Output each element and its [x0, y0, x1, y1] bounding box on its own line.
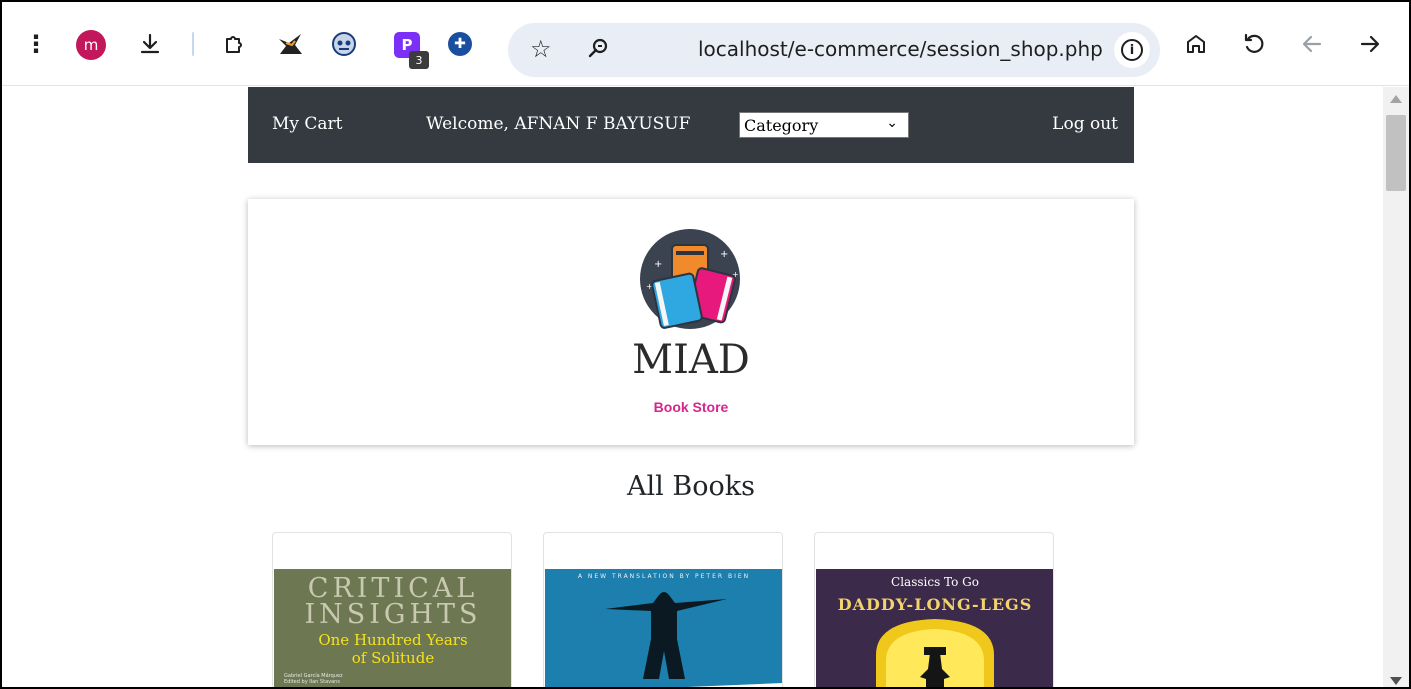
extension-badge: 3: [409, 51, 429, 69]
cover-text: of Solitude: [351, 649, 435, 667]
book-cover-image[interactable]: CRITICAL INSIGHTS One Hundred Years of S…: [274, 569, 511, 687]
brand-card: + + + + MIAD Book Store: [248, 199, 1134, 445]
scroll-down-arrow-icon[interactable]: [1390, 677, 1402, 685]
profile-avatar[interactable]: m: [76, 30, 106, 60]
book-store-logo-icon: + + + +: [640, 229, 740, 329]
section-title: All Books: [627, 471, 755, 502]
toolbar-divider: [192, 32, 194, 56]
book-card[interactable]: Classics To Go DADDY-LONG-LEGS: [814, 532, 1054, 687]
book-cover-image[interactable]: A NEW TRANSLATION BY PETER BIEN: [545, 569, 782, 687]
url-text[interactable]: localhost/e-commerce/session_shop.php: [698, 37, 1103, 61]
brand-name: MIAD: [632, 337, 750, 383]
extension-robot-icon[interactable]: [328, 28, 360, 60]
bookmark-star-icon[interactable]: ☆: [530, 35, 552, 63]
menu-icon[interactable]: ⋮: [20, 28, 52, 60]
cover-text: DADDY-LONG-LEGS: [837, 595, 1033, 614]
my-cart-link[interactable]: My Cart: [272, 114, 343, 134]
site-navbar: My Cart Welcome, AFNAN F BAYUSUF Categor…: [248, 87, 1134, 163]
category-select[interactable]: Category ⌄: [739, 112, 909, 138]
category-selected-value: Category: [744, 116, 819, 135]
extension-bird-icon[interactable]: [274, 28, 306, 60]
extensions-icon[interactable]: [218, 28, 250, 60]
address-bar[interactable]: ☆ localhost/e-commerce/session_shop.php …: [508, 23, 1160, 77]
vertical-scrollbar[interactable]: [1383, 87, 1409, 687]
scroll-up-arrow-icon[interactable]: [1390, 95, 1402, 103]
download-icon[interactable]: [134, 28, 166, 60]
page-viewport: My Cart Welcome, AFNAN F BAYUSUF Categor…: [2, 87, 1383, 687]
home-icon[interactable]: [1180, 28, 1212, 60]
extension-circle-icon[interactable]: ✚: [448, 32, 472, 56]
cover-text: Classics To Go: [891, 575, 979, 589]
chevron-down-icon: ⌄: [886, 115, 898, 131]
scrollbar-thumb[interactable]: [1386, 115, 1406, 191]
reload-icon[interactable]: [1238, 28, 1270, 60]
svg-text:+: +: [654, 259, 662, 270]
book-cover-image[interactable]: Classics To Go DADDY-LONG-LEGS: [816, 569, 1053, 687]
welcome-text: Welcome, AFNAN F BAYUSUF: [426, 114, 691, 134]
cover-text: One Hundred Years: [318, 631, 468, 649]
forward-arrow-icon[interactable]: [1354, 28, 1386, 60]
book-card[interactable]: A NEW TRANSLATION BY PETER BIEN: [543, 532, 783, 687]
back-arrow-icon[interactable]: [1296, 28, 1328, 60]
browser-window: ⋮ m P 3 ✚ ☆ localhost/e-commerce/session…: [0, 0, 1411, 689]
site-info-icon[interactable]: i: [1114, 32, 1150, 68]
svg-text:+: +: [720, 249, 728, 260]
brand-tagline: Book Store: [653, 399, 729, 415]
browser-toolbar: ⋮ m P 3 ✚ ☆ localhost/e-commerce/session…: [2, 2, 1409, 86]
zoom-icon[interactable]: [586, 36, 610, 65]
book-card[interactable]: CRITICAL INSIGHTS One Hundred Years of S…: [272, 532, 512, 687]
cover-text: INSIGHTS: [304, 599, 482, 630]
logout-link[interactable]: Log out: [1052, 114, 1118, 134]
